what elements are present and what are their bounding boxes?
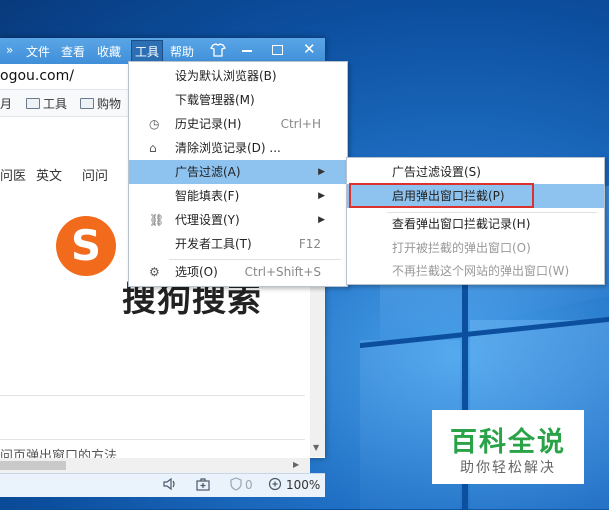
menu-help[interactable]: 帮助 <box>170 43 194 60</box>
minimize-icon[interactable] <box>242 50 252 52</box>
menu-view[interactable]: 查看 <box>61 43 85 60</box>
zoom-level[interactable]: 100% <box>286 478 320 492</box>
menu-item-shortcut: F12 <box>298 237 321 251</box>
divider <box>0 439 305 440</box>
bookmark-shopping-label: 购物 <box>97 97 122 111</box>
menu-item-label: 历史记录(H) <box>175 117 242 131</box>
menu-item-set-default[interactable]: 设为默认浏览器(B) <box>129 64 347 88</box>
bookmark-shopping[interactable]: 购物 <box>80 95 121 112</box>
clock-icon: ◷ <box>149 117 160 131</box>
divider <box>0 395 305 396</box>
menu-item-label: 清除浏览记录(D) ... <box>175 141 281 155</box>
nav-ask[interactable]: 问问 <box>82 165 108 184</box>
menu-item-label: 开发者工具(T) <box>175 237 252 251</box>
scroll-down-icon[interactable]: ▼ <box>313 443 319 452</box>
skin-icon[interactable] <box>209 41 227 62</box>
menu-item-label: 选项(O) <box>175 265 218 279</box>
submenu-arrow-icon: ▶ <box>318 215 325 225</box>
ad-filter-submenu: 广告过滤设置(S) 启用弹出窗口拦截(P) 查看弹出窗口拦截记录(H) 打开被拦… <box>346 157 605 285</box>
bookmark-partial[interactable]: 月 <box>0 95 12 112</box>
submenu-item-label: 不再拦截这个网站的弹出窗口(W) <box>392 264 570 278</box>
menu-item-download-manager[interactable]: 下载管理器(M) <box>129 88 347 112</box>
menu-item-label: 智能填表(F) <box>175 189 240 203</box>
submenu-item-stop-blocking-site: 不再拦截这个网站的弹出窗口(W) <box>347 259 604 283</box>
folder-icon <box>26 98 40 109</box>
bookmark-tools[interactable]: 工具 <box>26 95 67 112</box>
submenu-arrow-icon: ▶ <box>318 191 325 201</box>
submenu-item-label: 广告过滤设置(S) <box>392 165 481 179</box>
close-icon[interactable]: ✕ <box>303 40 316 58</box>
menu-item-devtools[interactable]: 开发者工具(T) F12 <box>129 232 347 256</box>
menu-item-ad-filter[interactable]: 广告过滤(A) ▶ <box>129 160 347 184</box>
address-url: ogou.com/ <box>0 68 74 84</box>
menu-favorites[interactable]: 收藏 <box>97 43 121 60</box>
highlight-annotation-box <box>349 183 534 208</box>
shield-count: 0 <box>245 478 253 492</box>
menu-item-history[interactable]: ◷ 历史记录(H) Ctrl+H <box>129 112 347 136</box>
sound-icon[interactable] <box>162 477 178 494</box>
scroll-right-icon[interactable]: ▶ <box>293 460 299 469</box>
scroll-thumb[interactable] <box>0 461 66 470</box>
menu-item-shortcut: Ctrl+H <box>280 117 321 131</box>
menu-item-label: 广告过滤(A) <box>175 165 241 179</box>
menu-item-label: 代理设置(Y) <box>175 213 240 227</box>
zoom-in-icon[interactable] <box>268 477 282 494</box>
shield-icon[interactable] <box>229 477 243 494</box>
folder-icon <box>80 98 94 109</box>
submenu-item-view-popup-log[interactable]: 查看弹出窗口拦截记录(H) <box>347 212 604 236</box>
menu-item-autofill[interactable]: 智能填表(F) ▶ <box>129 184 347 208</box>
status-bar: 0 100% <box>0 473 325 497</box>
menu-file[interactable]: 文件 <box>26 43 50 60</box>
submenu-item-open-blocked-popup: 打开被拦截的弹出窗口(O) <box>347 236 604 260</box>
eraser-icon: ⌂ <box>149 141 157 155</box>
menu-item-shortcut: Ctrl+Shift+S <box>244 265 321 279</box>
gear-icon: ⚙ <box>149 265 160 279</box>
toolbox-icon[interactable] <box>195 477 211 494</box>
watermark-title: 百科全说 <box>450 427 566 458</box>
maximize-icon[interactable] <box>272 45 283 55</box>
menu-item-label: 设为默认浏览器(B) <box>175 69 277 83</box>
submenu-item-ad-filter-settings[interactable]: 广告过滤设置(S) <box>347 160 604 184</box>
more-chevron[interactable]: » <box>6 43 13 57</box>
submenu-arrow-icon: ▶ <box>318 167 325 177</box>
menu-tools[interactable]: 工具 <box>131 40 164 63</box>
tools-menu: 设为默认浏览器(B) 下载管理器(M) ◷ 历史记录(H) Ctrl+H ⌂ 清… <box>128 61 348 287</box>
sogou-logo-mark: S <box>70 221 102 270</box>
menu-item-clear-history[interactable]: ⌂ 清除浏览记录(D) ... <box>129 136 347 160</box>
menu-item-label: 下载管理器(M) <box>175 93 255 107</box>
watermark-subtitle: 助你轻松解决 <box>460 460 556 476</box>
link-icon: ⛓ <box>149 213 165 227</box>
menu-item-proxy[interactable]: ⛓ 代理设置(Y) ▶ <box>129 208 347 232</box>
nav-medical[interactable]: 问医 <box>0 165 26 184</box>
nav-english[interactable]: 英文 <box>36 165 62 184</box>
menu-item-options[interactable]: ⚙ 选项(O) Ctrl+Shift+S <box>129 260 347 284</box>
submenu-item-label: 查看弹出窗口拦截记录(H) <box>392 217 531 231</box>
bookmark-tools-label: 工具 <box>43 97 68 111</box>
horizontal-scrollbar[interactable]: ▶ <box>0 458 310 473</box>
submenu-item-label: 打开被拦截的弹出窗口(O) <box>392 241 531 255</box>
